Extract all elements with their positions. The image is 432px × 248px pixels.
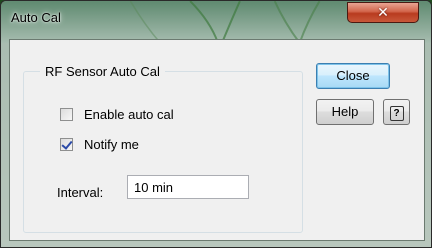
interval-input[interactable] (127, 175, 249, 199)
notify-me-checkbox[interactable] (60, 138, 73, 151)
close-icon: ✕ (377, 4, 389, 20)
context-help-icon: ? (389, 106, 404, 121)
close-button[interactable]: Close (316, 63, 390, 89)
enable-auto-cal-checkbox[interactable] (60, 108, 73, 121)
title-bar[interactable]: Auto Cal ✕ (1, 1, 431, 35)
context-help-button[interactable]: ? (383, 99, 410, 125)
groupbox-title: RF Sensor Auto Cal (40, 64, 165, 79)
notify-me-checkbox-row[interactable]: Notify me (60, 137, 139, 152)
window-title: Auto Cal (11, 10, 61, 25)
enable-auto-cal-checkbox-row[interactable]: Enable auto cal (60, 107, 174, 122)
window-close-button[interactable]: ✕ (347, 2, 419, 23)
dialog-client-area: RF Sensor Auto Cal Enable auto cal Notif… (9, 39, 425, 241)
rf-sensor-groupbox (23, 71, 303, 233)
interval-label: Interval: (57, 185, 104, 200)
dialog-window: Auto Cal ✕ RF Sensor Auto Cal Enable aut… (0, 0, 432, 248)
enable-auto-cal-label: Enable auto cal (84, 107, 174, 122)
notify-me-label: Notify me (84, 137, 139, 152)
help-button[interactable]: Help (316, 99, 374, 125)
